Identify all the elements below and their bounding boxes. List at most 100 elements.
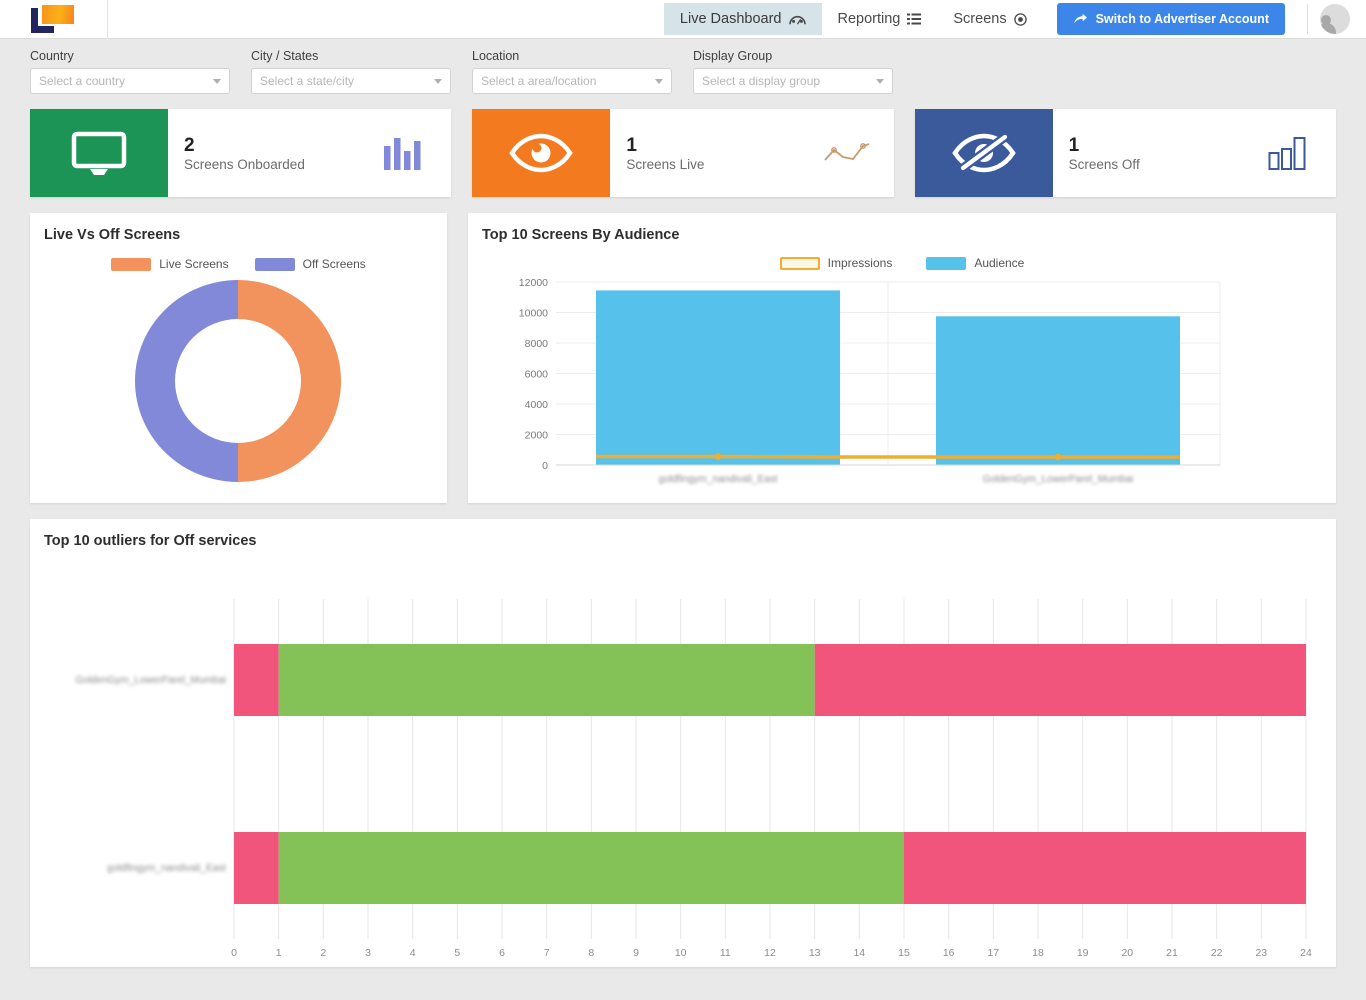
monitor-icon: [30, 109, 168, 197]
panel-title-top10-audience: Top 10 Screens By Audience: [482, 227, 680, 243]
kpi-card-row: 2 Screens Onboarded 1 Screens Live 1 Scr…: [0, 102, 1366, 197]
sparkline-bars-onboarded: [373, 136, 435, 170]
y-axis-labels: 12000 10000 8000 6000 4000 2000 0: [519, 277, 548, 472]
city-states-select-value: Select a state/city: [260, 74, 355, 88]
switch-to-advertiser-account-button[interactable]: Switch to Advertiser Account: [1056, 3, 1285, 35]
kpi-value-screens-live: 1: [626, 134, 637, 156]
panel-top10-outliers-off-services: Top 10 outliers for Off services GoldenG…: [30, 519, 1336, 967]
country-select[interactable]: Select a country: [30, 68, 230, 94]
nav-item-live-dashboard[interactable]: Live Dashboard: [663, 3, 822, 35]
y-axis-category-labels: GoldenGym_LowerParel_Mumbai goldfingym_n…: [75, 675, 226, 874]
kpi-label-screens-live: Screens Live: [626, 157, 705, 173]
filter-label-country: Country: [30, 49, 74, 63]
kpi-label-screens-onboarded: Screens Onboarded: [184, 157, 305, 173]
svg-text:15: 15: [898, 947, 910, 959]
svg-text:2: 2: [320, 947, 326, 959]
svg-text:13: 13: [809, 947, 821, 959]
speedometer-icon: [788, 13, 806, 26]
city-states-select[interactable]: Select a state/city: [251, 68, 451, 94]
panel-title-live-vs-off: Live Vs Off Screens: [44, 227, 181, 243]
svg-text:19: 19: [1077, 947, 1089, 959]
outliers-stacked-bar-chart: GoldenGym_LowerParel_Mumbai goldfingym_n…: [75, 599, 1312, 959]
row2-segment-off-start: [234, 832, 279, 904]
legend-item-off-screens[interactable]: Off Screens: [254, 257, 366, 271]
legend-swatch-off-screens: [254, 257, 295, 271]
bars-legend: Impressions Audience: [468, 256, 1336, 270]
point-impressions-1: [714, 453, 722, 460]
logo-orange-block: [41, 5, 74, 24]
nav-label-screens: Screens: [953, 11, 1007, 27]
top-navigation-bar: Live Dashboard Reporting Screens Switch …: [0, 0, 1366, 39]
user-avatar[interactable]: [1320, 4, 1350, 34]
svg-text:7: 7: [544, 947, 550, 959]
legend-item-audience[interactable]: Audience: [926, 256, 1024, 270]
svg-text:10000: 10000: [519, 308, 548, 320]
kpi-value-screens-onboarded: 2: [184, 134, 195, 156]
target-icon: [1013, 12, 1027, 26]
line-impressions: [596, 454, 1181, 459]
svg-text:4: 4: [410, 947, 416, 959]
row1-segment-off-start: [234, 644, 279, 716]
filter-city-states: City / States Select a state/city: [251, 49, 451, 94]
brand-logo[interactable]: [0, 0, 108, 39]
svg-text:12000: 12000: [519, 277, 548, 289]
avatar-body: [1320, 23, 1336, 34]
svg-text:3: 3: [365, 947, 371, 959]
donut-hole: [175, 319, 301, 443]
svg-text:12: 12: [764, 947, 776, 959]
donut-percent-live: 50%: [374, 382, 394, 393]
chevron-down-icon: [434, 78, 442, 84]
bar-audience-2: [936, 316, 1180, 465]
country-select-value: Select a country: [39, 74, 126, 88]
svg-text:0: 0: [542, 460, 548, 472]
nav-label-live-dashboard: Live Dashboard: [679, 11, 782, 27]
donut-value-off: 1: [89, 369, 95, 380]
x-label-screen-1: goldfingym_nandivali_East: [659, 474, 778, 485]
legend-label-off-screens: Off Screens: [302, 257, 366, 271]
filter-bar: Country Select a country City / States S…: [0, 39, 1366, 102]
filter-location: Location Select a area/location: [472, 49, 672, 94]
chevron-down-icon: [213, 78, 221, 84]
svg-text:22: 22: [1211, 947, 1223, 959]
location-select-value: Select a area/location: [481, 74, 597, 88]
panel-live-vs-off-screens: Live Vs Off Screens Live Screens Off Scr…: [30, 213, 447, 503]
svg-text:0: 0: [231, 947, 237, 959]
legend-label-audience: Audience: [974, 256, 1025, 270]
svg-text:8000: 8000: [525, 338, 549, 350]
kpi-card-screens-onboarded[interactable]: 2 Screens Onboarded: [30, 109, 452, 197]
donut-value-live: 1: [381, 369, 387, 380]
svg-text:4000: 4000: [525, 399, 549, 411]
legend-item-impressions[interactable]: Impressions: [779, 256, 893, 270]
svg-text:21: 21: [1166, 947, 1178, 959]
location-select[interactable]: Select a area/location: [472, 68, 672, 94]
donut-percent-off: 50%: [82, 382, 102, 393]
kpi-card-screens-live[interactable]: 1 Screens Live: [472, 109, 894, 197]
row1-segment-off-end: [814, 644, 1306, 716]
donut-legend: Live Screens Off Screens: [30, 257, 447, 271]
eye-off-icon: [914, 109, 1053, 197]
kpi-card-screens-off[interactable]: 1 Screens Off: [914, 109, 1336, 197]
svg-text:5: 5: [454, 947, 460, 959]
display-group-select[interactable]: Select a display group: [693, 68, 893, 94]
chevron-down-icon: [876, 78, 884, 84]
svg-text:1: 1: [276, 947, 282, 959]
nav-item-reporting[interactable]: Reporting: [822, 3, 938, 35]
audience-bar-chart: 12000 10000 8000 6000 4000 2000 0 goldfi…: [519, 277, 1221, 485]
sparkline-bars-off: [1258, 136, 1320, 170]
svg-text:9: 9: [633, 947, 639, 959]
x-axis-labels: goldfingym_nandivali_East GoldenGym_Lowe…: [659, 474, 1134, 485]
nav-item-screens[interactable]: Screens: [937, 3, 1042, 35]
legend-label-impressions: Impressions: [827, 256, 893, 270]
svg-text:24: 24: [1300, 947, 1312, 959]
svg-text:16: 16: [943, 947, 955, 959]
row1-segment-on: [278, 644, 815, 716]
legend-swatch-audience: [926, 256, 967, 270]
legend-swatch-impressions: [779, 256, 820, 270]
svg-text:18: 18: [1032, 947, 1044, 959]
filter-display-group: Display Group Select a display group: [693, 49, 893, 94]
svg-text:6000: 6000: [525, 369, 549, 381]
legend-item-live-screens[interactable]: Live Screens: [111, 257, 229, 271]
chevron-down-icon: [655, 78, 663, 84]
switch-button-label: Switch to Advertiser Account: [1095, 12, 1269, 26]
y-label-screen-2: goldfingym_nandivali_East: [107, 863, 226, 874]
